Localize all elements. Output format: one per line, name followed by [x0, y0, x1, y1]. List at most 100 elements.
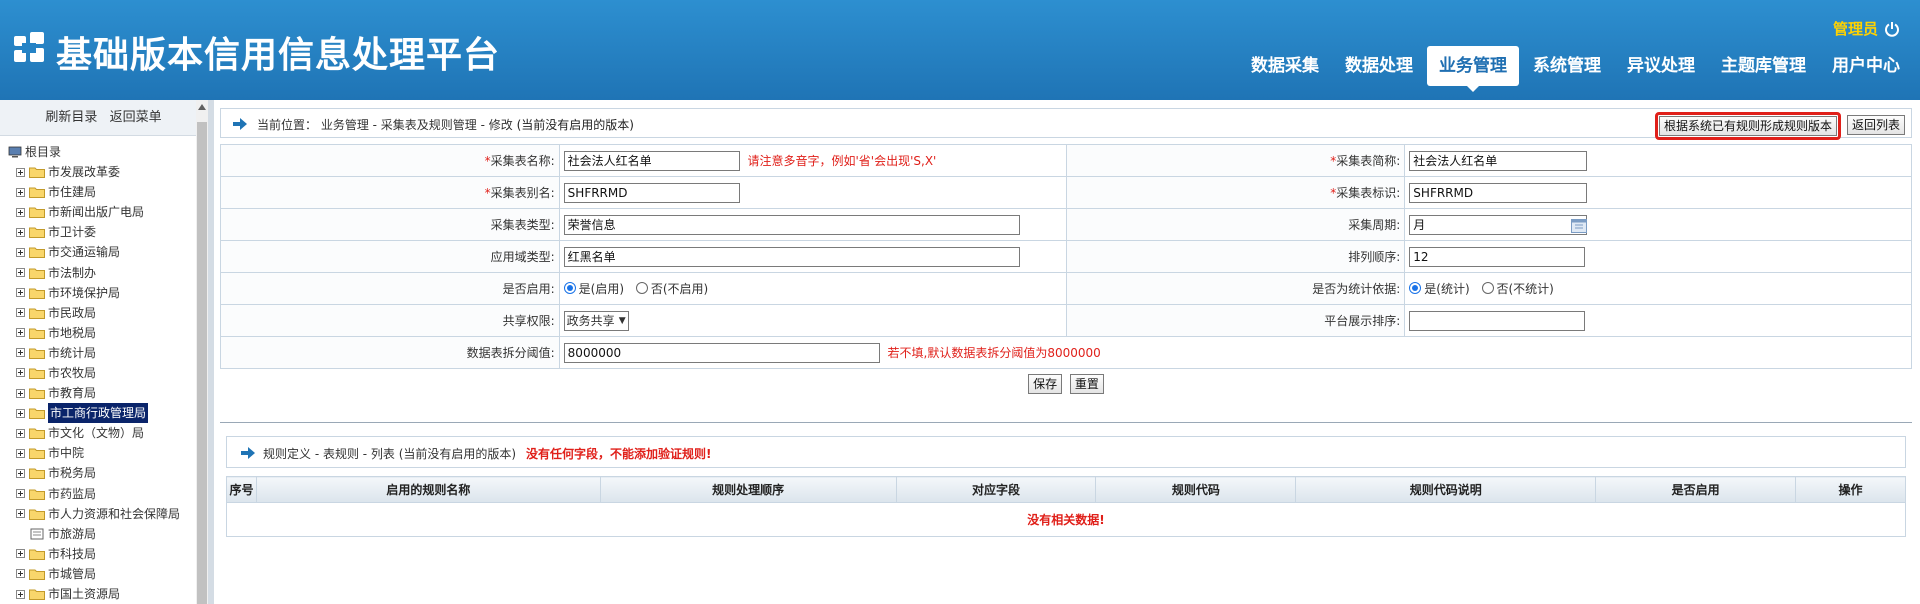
stat-no-radio[interactable]: 否(不统计) — [1481, 280, 1554, 297]
table-short-input[interactable] — [1409, 150, 1588, 171]
user-name[interactable]: 管理员 — [1833, 18, 1878, 39]
tree-item-label[interactable]: 市城管局 — [48, 564, 96, 584]
tree-item-label[interactable]: 市科技局 — [48, 544, 96, 564]
calendar-icon[interactable] — [1571, 218, 1588, 233]
tree-item[interactable]: 市统计局 — [8, 343, 207, 363]
expand-icon[interactable] — [16, 268, 25, 278]
platform-order-input[interactable] — [1409, 310, 1586, 331]
stat-yes-radio[interactable]: 是(统计) — [1409, 280, 1470, 297]
tree-item[interactable]: 市环境保护局 — [8, 283, 207, 303]
enabled-yes-radio[interactable]: 是(启用) — [563, 280, 624, 297]
tree-item-label[interactable]: 市教育局 — [48, 383, 96, 403]
tree-item-label[interactable]: 市税务局 — [48, 463, 96, 483]
tree-item-label[interactable]: 市药监局 — [48, 484, 96, 504]
power-icon[interactable] — [1884, 21, 1900, 37]
tree-item[interactable]: 市国土资源局 — [8, 584, 207, 604]
expand-icon[interactable] — [16, 509, 25, 519]
expand-icon[interactable] — [16, 187, 25, 197]
expand-icon[interactable] — [16, 448, 25, 458]
expand-icon[interactable] — [16, 428, 25, 438]
scroll-up-icon[interactable] — [198, 104, 206, 110]
share-select[interactable]: 政务共享 ▼ — [563, 310, 629, 331]
tree-item[interactable]: 市法制办 — [8, 262, 207, 282]
expand-icon[interactable] — [16, 408, 25, 418]
tree-item-label[interactable]: 市交通运输局 — [48, 242, 120, 262]
tree-item[interactable]: 市中院 — [8, 443, 207, 463]
tree-item[interactable]: 市药监局 — [8, 484, 207, 504]
generate-rule-version-button[interactable]: 根据系统已有规则形成规则版本 — [1658, 116, 1837, 136]
tree-item-label[interactable]: 市文化（文物）局 — [48, 423, 144, 443]
expand-icon[interactable] — [16, 167, 25, 177]
tree-item[interactable]: 市税务局 — [8, 463, 207, 483]
expand-icon[interactable] — [16, 227, 25, 237]
back-menu-link[interactable]: 返回菜单 — [110, 110, 162, 125]
expand-icon[interactable] — [16, 288, 25, 298]
expand-icon[interactable] — [16, 207, 25, 217]
tree-root-label[interactable]: 根目录 — [25, 142, 61, 162]
tree-item[interactable]: 市人力资源和社会保障局 — [8, 504, 207, 524]
tree-item-label[interactable]: 市工商行政管理局 — [48, 403, 149, 424]
tree-item-label[interactable]: 市卫计委 — [48, 222, 96, 242]
tree-item[interactable]: 市工商行政管理局 — [8, 403, 207, 424]
tree-item-label[interactable]: 市国土资源局 — [48, 584, 120, 604]
save-button[interactable]: 保存 — [1028, 374, 1063, 394]
nav-item-4[interactable]: 异议处理 — [1615, 46, 1707, 86]
tree-item[interactable]: 市住建局 — [8, 182, 207, 202]
nav-item-5[interactable]: 主题库管理 — [1709, 46, 1818, 86]
expand-icon[interactable] — [16, 348, 25, 358]
cycle-input[interactable] — [1409, 214, 1588, 235]
tree-item-label[interactable]: 市地税局 — [48, 323, 96, 343]
user-menu[interactable]: 管理员 — [1833, 18, 1900, 39]
domain-type-input[interactable] — [563, 246, 1020, 267]
split-threshold-input[interactable] — [563, 342, 880, 363]
tree-item[interactable]: 市地税局 — [8, 323, 207, 343]
tree-item-label[interactable]: 市民政局 — [48, 303, 96, 323]
scroll-thumb[interactable] — [197, 122, 207, 604]
enabled-no-radio[interactable]: 否(不启用) — [635, 280, 708, 297]
expand-icon[interactable] — [16, 368, 25, 378]
tree-item-label[interactable]: 市中院 — [48, 443, 84, 463]
nav-item-6[interactable]: 用户中心 — [1820, 46, 1912, 86]
tree-item[interactable]: 市教育局 — [8, 383, 207, 403]
reset-button[interactable]: 重置 — [1069, 374, 1104, 394]
tree-item[interactable]: 市农牧局 — [8, 363, 207, 383]
tree-item-label[interactable]: 市统计局 — [48, 343, 96, 363]
expand-icon[interactable] — [16, 549, 25, 559]
tree-item[interactable]: 市卫计委 — [8, 222, 207, 242]
nav-item-0[interactable]: 数据采集 — [1239, 46, 1331, 86]
tree-item-label[interactable]: 市旅游局 — [48, 524, 96, 544]
table-type-input[interactable] — [563, 214, 1020, 235]
tree-item[interactable]: 市文化（文物）局 — [8, 423, 207, 443]
tree-root[interactable]: 根目录 — [8, 142, 207, 162]
tree-item-label[interactable]: 市农牧局 — [48, 363, 96, 383]
sidebar-scrollbar[interactable] — [196, 100, 208, 604]
nav-item-3[interactable]: 系统管理 — [1521, 46, 1613, 86]
table-alias-input[interactable] — [563, 182, 740, 203]
tree-item[interactable]: 市旅游局 — [8, 524, 207, 544]
expand-icon[interactable] — [16, 328, 25, 338]
tree-item[interactable]: 市城管局 — [8, 564, 207, 584]
tree-item-label[interactable]: 市环境保护局 — [48, 283, 120, 303]
tree-item[interactable]: 市发展改革委 — [8, 162, 207, 182]
refresh-tree-link[interactable]: 刷新目录 — [45, 110, 97, 125]
sidebar-splitter[interactable] — [208, 100, 214, 604]
back-to-list-button[interactable]: 返回列表 — [1846, 115, 1905, 135]
expand-icon[interactable] — [16, 569, 25, 579]
tree-item[interactable]: 市民政局 — [8, 303, 207, 323]
tree-item-label[interactable]: 市发展改革委 — [48, 162, 120, 182]
tree-item-label[interactable]: 市人力资源和社会保障局 — [48, 504, 180, 524]
table-name-input[interactable] — [563, 150, 740, 171]
tree-item[interactable]: 市科技局 — [8, 544, 207, 564]
expand-icon[interactable] — [16, 589, 25, 599]
table-id-input[interactable] — [1409, 182, 1588, 203]
tree-item-label[interactable]: 市法制办 — [48, 263, 96, 283]
nav-item-1[interactable]: 数据处理 — [1333, 46, 1425, 86]
nav-item-2[interactable]: 业务管理 — [1427, 46, 1519, 92]
tree-item[interactable]: 市新闻出版广电局 — [8, 202, 207, 222]
expand-icon[interactable] — [16, 247, 25, 257]
tree-item-label[interactable]: 市住建局 — [48, 182, 96, 202]
tree-item[interactable]: 市交通运输局 — [8, 242, 207, 262]
tree-item-label[interactable]: 市新闻出版广电局 — [48, 202, 144, 222]
expand-icon[interactable] — [16, 489, 25, 499]
expand-icon[interactable] — [16, 388, 25, 398]
